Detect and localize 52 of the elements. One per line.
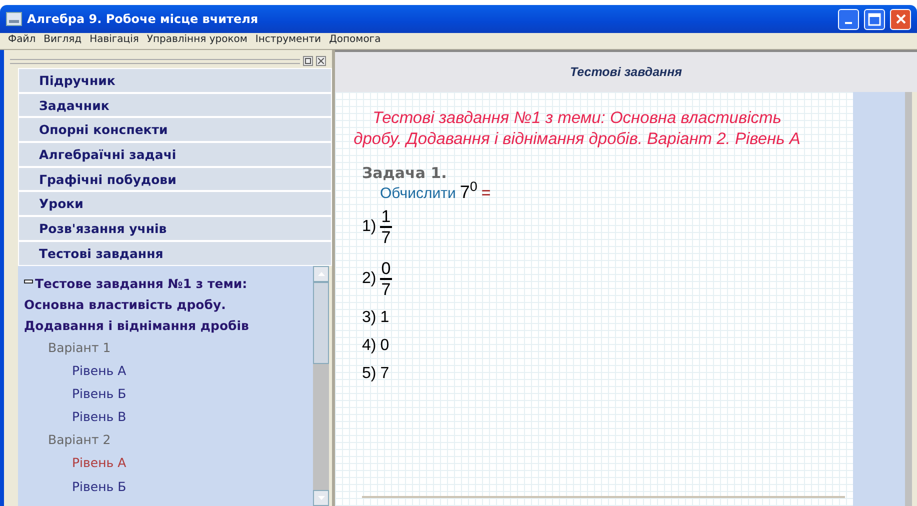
math-expression: 7$^{0}$	[460, 182, 478, 203]
minimize-button[interactable]	[838, 8, 859, 30]
test-title: Тестові завдання №1 з теми: Основна властивість дробу. Додавання і віднімання дробів. Варіант 2. Рівень А	[352, 108, 802, 150]
app-icon	[6, 12, 22, 26]
fraction-denominator: 7	[381, 228, 391, 247]
maximize-button[interactable]	[864, 8, 885, 30]
fraction-numerator: 1	[380, 207, 392, 228]
menu-item[interactable]: Файл	[4, 33, 40, 49]
menu-item[interactable]: Управління уроком	[142, 33, 252, 49]
equals-sign: =	[481, 185, 491, 203]
scrollbar[interactable]	[905, 92, 912, 506]
tree-node[interactable]: Рівень Б	[24, 474, 273, 498]
close-icon	[894, 13, 906, 25]
menu-item[interactable]: Інструменти	[251, 33, 326, 49]
sidebar-section[interactable]: Підручник	[18, 68, 332, 93]
menu-item[interactable]: Навігація	[86, 33, 143, 49]
restore-icon[interactable]	[303, 56, 313, 66]
answer-number: 4)	[362, 337, 376, 355]
tree-node[interactable]: Варіант 2	[24, 428, 273, 452]
menu-item[interactable]: Допомога	[325, 33, 385, 49]
fraction-denominator: 7	[381, 280, 391, 299]
fraction-numerator: 0	[380, 259, 392, 280]
tree-node[interactable]: Рівень А	[24, 358, 273, 382]
tree-node[interactable]: Рівень Б	[24, 382, 273, 406]
answer-number: 5)	[362, 365, 376, 383]
menu-item[interactable]: Вигляд	[40, 33, 86, 49]
window-title: Алгебра 9. Робоче місце вчителя	[27, 12, 260, 26]
sidebar-section[interactable]: Уроки	[18, 191, 332, 216]
sidebar-section[interactable]: Графічні побудови	[18, 166, 332, 192]
scrollbar-thumb[interactable]	[313, 282, 329, 364]
sidebar-section[interactable]: Тестові завдання	[18, 240, 332, 266]
close-button[interactable]	[890, 8, 911, 30]
answer-value: 0	[380, 337, 390, 355]
sidebar-section[interactable]: Розв'язання учнів	[18, 216, 332, 241]
sidebar-section[interactable]: Задачник	[18, 92, 332, 118]
tree-node[interactable]: Тестове завдання №1 з теми: Основна властивість дробу. Додавання і віднімання дробів	[24, 270, 273, 336]
answer-value: 1	[380, 309, 390, 327]
sidebar-section[interactable]: Опорні конспекти	[18, 117, 332, 142]
task-heading: Задача 1.	[362, 164, 448, 182]
panel-title: Тестові завдання	[335, 50, 917, 92]
tree-node[interactable]: Рівень В	[24, 405, 273, 428]
task-prompt: Обчислити	[380, 185, 456, 202]
tree-node[interactable]: Рівень А	[24, 451, 273, 475]
answer-number: 2)	[362, 270, 376, 288]
close-icon[interactable]	[316, 56, 326, 66]
answer-value: 7	[380, 365, 390, 383]
tree-node[interactable]: Варіант 1	[24, 336, 273, 358]
minimize-icon	[845, 22, 852, 24]
answer-number: 3)	[362, 309, 376, 327]
maximize-icon	[868, 12, 881, 26]
sidebar-section[interactable]: Алгебраїчні задачі	[18, 142, 332, 167]
answer-number: 1)	[362, 218, 376, 236]
